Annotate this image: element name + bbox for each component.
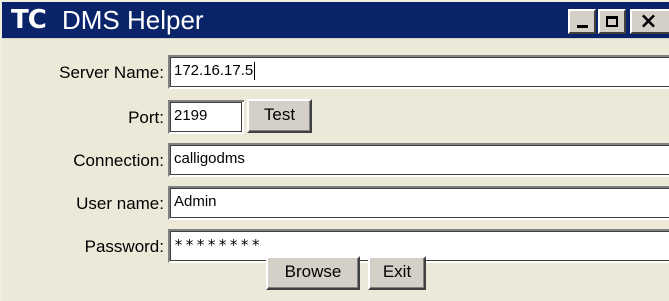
user-name-value: Admin (174, 193, 217, 210)
user-name-label: User name: (76, 194, 164, 213)
port-label: Port: (128, 108, 164, 127)
port-value: 2199 (174, 107, 208, 124)
server-name-input[interactable]: 172.16.17.5 (168, 55, 669, 89)
port-input[interactable]: 2199 (168, 100, 244, 134)
browse-button[interactable]: Browse (266, 256, 360, 290)
exit-button[interactable]: Exit (368, 256, 426, 290)
minimize-button[interactable] (568, 9, 596, 34)
connection-input[interactable]: calligodms (168, 143, 669, 177)
app-logo: TC (11, 5, 47, 35)
minimize-icon (576, 25, 588, 28)
server-name-label: Server Name: (59, 63, 164, 82)
password-label: Password: (84, 237, 164, 256)
connection-value: calligodms (174, 150, 245, 167)
password-value: ******** (174, 236, 263, 254)
user-name-input[interactable]: Admin (168, 186, 669, 220)
close-icon: × (639, 8, 658, 34)
title-bar[interactable]: TC DMS Helper × (2, 2, 669, 39)
test-button[interactable]: Test (247, 99, 312, 133)
close-button[interactable]: × (630, 9, 669, 34)
maximize-button[interactable] (598, 9, 626, 34)
window-title: DMS Helper (62, 5, 204, 35)
maximize-icon (606, 16, 618, 27)
dms-helper-window: TC DMS Helper × Server Name: 172.16.17.5… (0, 0, 669, 301)
server-name-value: 172.16.17.5 (174, 62, 254, 79)
connection-label: Connection: (73, 151, 164, 170)
text-caret (254, 62, 256, 81)
